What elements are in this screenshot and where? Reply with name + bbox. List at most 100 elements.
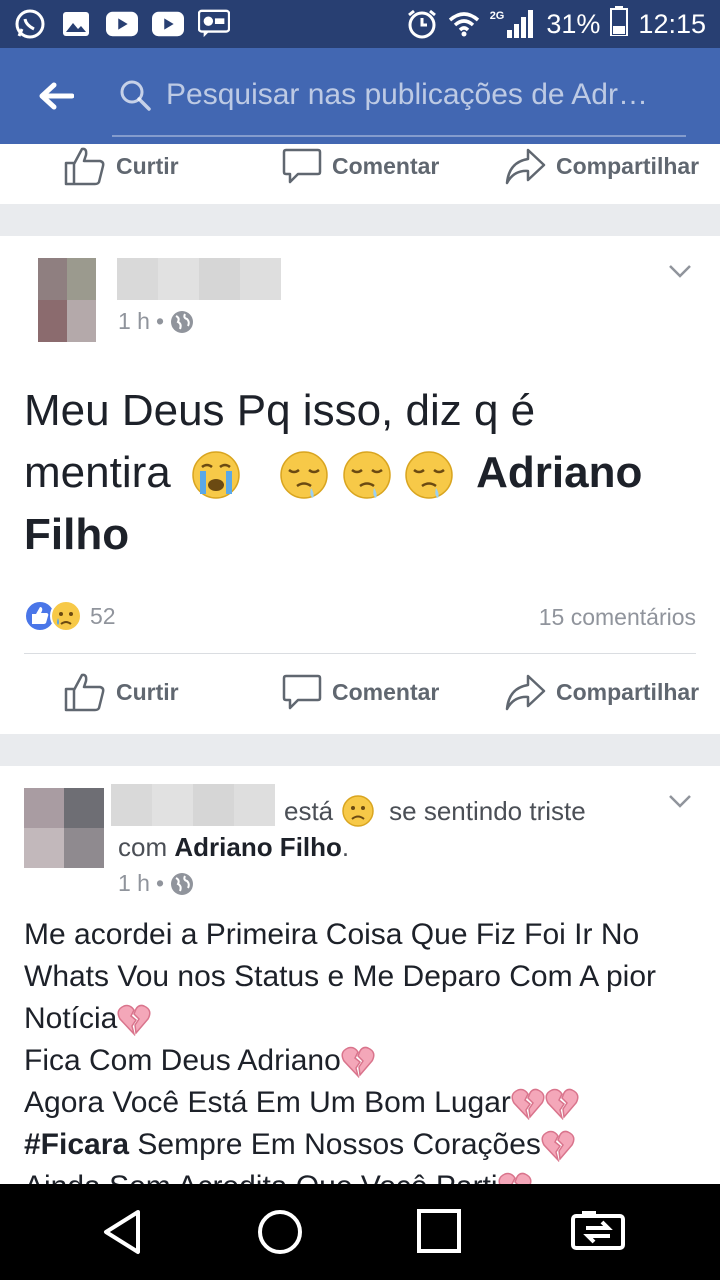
- thumbs-up-icon: [64, 673, 105, 712]
- gallery-icon: [60, 10, 92, 38]
- like-label: Curtir: [116, 678, 179, 705]
- youtube-icon: [106, 10, 138, 38]
- sad-reaction-icon: [50, 600, 82, 632]
- comment-bubble-icon: [282, 674, 322, 710]
- with-text: com Adriano Filho.: [118, 832, 349, 863]
- like-button[interactable]: Curtir: [64, 146, 179, 186]
- post-text-line: Whats Vou nos Status e Me Deparo Com A p…: [24, 960, 656, 993]
- sad-face-icon: [342, 795, 374, 827]
- comment-label: Comentar: [332, 152, 440, 179]
- broken-heart-icon: [498, 1172, 532, 1184]
- tagged-name-link[interactable]: Filho: [24, 510, 129, 559]
- tagged-name-link[interactable]: Adriano Filho: [174, 832, 342, 862]
- post-text-line: Meu Deus Pq isso, diz q é: [24, 386, 536, 435]
- share-button[interactable]: Compartilhar: [504, 146, 699, 186]
- post-meta: 1 h •: [118, 870, 194, 897]
- search-icon: [120, 80, 151, 111]
- network-type: 2G: [489, 10, 505, 22]
- youtube-icon: [152, 10, 184, 38]
- post-text-segment: Fica Com Deus Adriano: [24, 1044, 341, 1077]
- broken-heart-icon: [511, 1088, 545, 1121]
- sleepy-face-icon: [405, 451, 453, 500]
- share-label: Compartilhar: [556, 678, 700, 705]
- broken-heart-icon: [341, 1046, 375, 1079]
- avatar[interactable]: [24, 788, 104, 868]
- like-label: Curtir: [116, 152, 179, 179]
- author-name-blurred[interactable]: [117, 258, 281, 300]
- globe-icon: [171, 872, 194, 895]
- post-text-line: Agora Você Está Em Um Bom Lugar: [24, 1082, 714, 1124]
- system-nav-bar: [0, 1184, 720, 1280]
- post-text: Meu Deus Pq isso, diz q é mentira Adrian…: [24, 380, 704, 566]
- signal-icon: 2G: [490, 10, 537, 38]
- sleepy-face-icon: [342, 451, 391, 500]
- post-text-segment: Notícia: [24, 1002, 118, 1035]
- lg-message-icon: [198, 9, 230, 38]
- post-text-line: Ainda Sem Acredita Que Você Parti: [24, 1166, 714, 1184]
- feeling-label[interactable]: se sentindo triste: [389, 796, 586, 827]
- post-text: Me acordei a Primeira Coisa Que Fiz Foi …: [24, 914, 714, 1184]
- status-bar: 2G 31% 12:15: [0, 0, 720, 48]
- back-triangle-icon[interactable]: [100, 1208, 144, 1256]
- feeling-prefix: está: [284, 795, 334, 826]
- share-label: Compartilhar: [556, 152, 700, 179]
- chevron-down-icon[interactable]: [668, 794, 692, 808]
- hashtag-link[interactable]: #Ficara: [24, 1128, 129, 1161]
- post-card-1: 1 h • Meu Deus Pq isso, diz q é mentira …: [0, 236, 720, 734]
- post-meta: 1 h •: [118, 308, 194, 335]
- post-time: 1 h: [118, 308, 150, 334]
- avatar[interactable]: [38, 258, 96, 342]
- search-input[interactable]: [166, 78, 676, 112]
- broken-heart-icon: [117, 1004, 151, 1037]
- comments-count-link[interactable]: 15 comentários: [539, 604, 696, 631]
- battery-icon: [610, 5, 629, 43]
- alarm-icon: [406, 9, 438, 39]
- globe-icon: [171, 310, 194, 333]
- post-text-segment: Agora Você Está Em Um Bom Lugar: [24, 1086, 511, 1119]
- with-prefix: com: [118, 832, 168, 862]
- share-arrow-icon: [505, 674, 546, 711]
- battery-percent: 31%: [546, 8, 601, 39]
- post-time: 1 h: [118, 870, 150, 896]
- post-text-line: mentira Adriano: [24, 442, 704, 504]
- broken-heart-icon: [541, 1130, 575, 1163]
- home-circle-icon[interactable]: [256, 1208, 304, 1256]
- arrow-left-icon: [39, 82, 74, 110]
- reaction-count: 52: [90, 602, 116, 629]
- clock: 12:15: [638, 8, 706, 39]
- comment-button[interactable]: Comentar: [282, 672, 439, 712]
- feeling-text: está se sentindo triste: [284, 794, 586, 828]
- switch-apps-icon[interactable]: [570, 1208, 626, 1254]
- like-button[interactable]: Curtir: [64, 672, 179, 712]
- comment-button[interactable]: Comentar: [282, 146, 439, 186]
- divider: [24, 653, 696, 654]
- post-text-segment: Sempre Em Nossos Corações: [129, 1128, 541, 1161]
- whatsapp-icon: [14, 9, 46, 39]
- post-text-line: Fica Com Deus Adriano: [24, 1040, 714, 1082]
- thumbs-up-icon: [64, 147, 105, 186]
- comment-bubble-icon: [282, 148, 322, 184]
- crying-face-icon: [192, 451, 240, 500]
- chevron-down-icon[interactable]: [668, 264, 692, 278]
- broken-heart-icon: [545, 1088, 579, 1121]
- recents-square-icon[interactable]: [416, 1208, 462, 1254]
- previous-post-actions: Curtir Comentar Compartilhar: [0, 144, 720, 204]
- share-arrow-icon: [505, 148, 546, 185]
- post-text-line: Notícia: [24, 998, 714, 1040]
- wifi-icon: [448, 10, 480, 38]
- back-button[interactable]: [0, 48, 112, 144]
- post-text-segment: Ainda Sem Acredita Que Você Parti: [24, 1170, 498, 1184]
- share-button[interactable]: Compartilhar: [504, 672, 699, 712]
- post-text-line: #Ficara Sempre Em Nossos Corações: [24, 1124, 714, 1166]
- author-name-blurred[interactable]: [111, 784, 275, 826]
- post-text-segment: mentira: [24, 448, 171, 497]
- comment-label: Comentar: [332, 678, 440, 705]
- sleepy-face-icon: [280, 451, 329, 500]
- tagged-name-link[interactable]: Adriano: [476, 448, 642, 497]
- search-box[interactable]: [112, 55, 686, 137]
- app-bar: [0, 48, 720, 144]
- reactions-summary[interactable]: 52: [24, 600, 116, 632]
- post-text-line: Me acordei a Primeira Coisa Que Fiz Foi …: [24, 918, 640, 951]
- post-card-2: está se sentindo triste com Adriano Filh…: [0, 766, 720, 1184]
- with-suffix: .: [341, 832, 350, 862]
